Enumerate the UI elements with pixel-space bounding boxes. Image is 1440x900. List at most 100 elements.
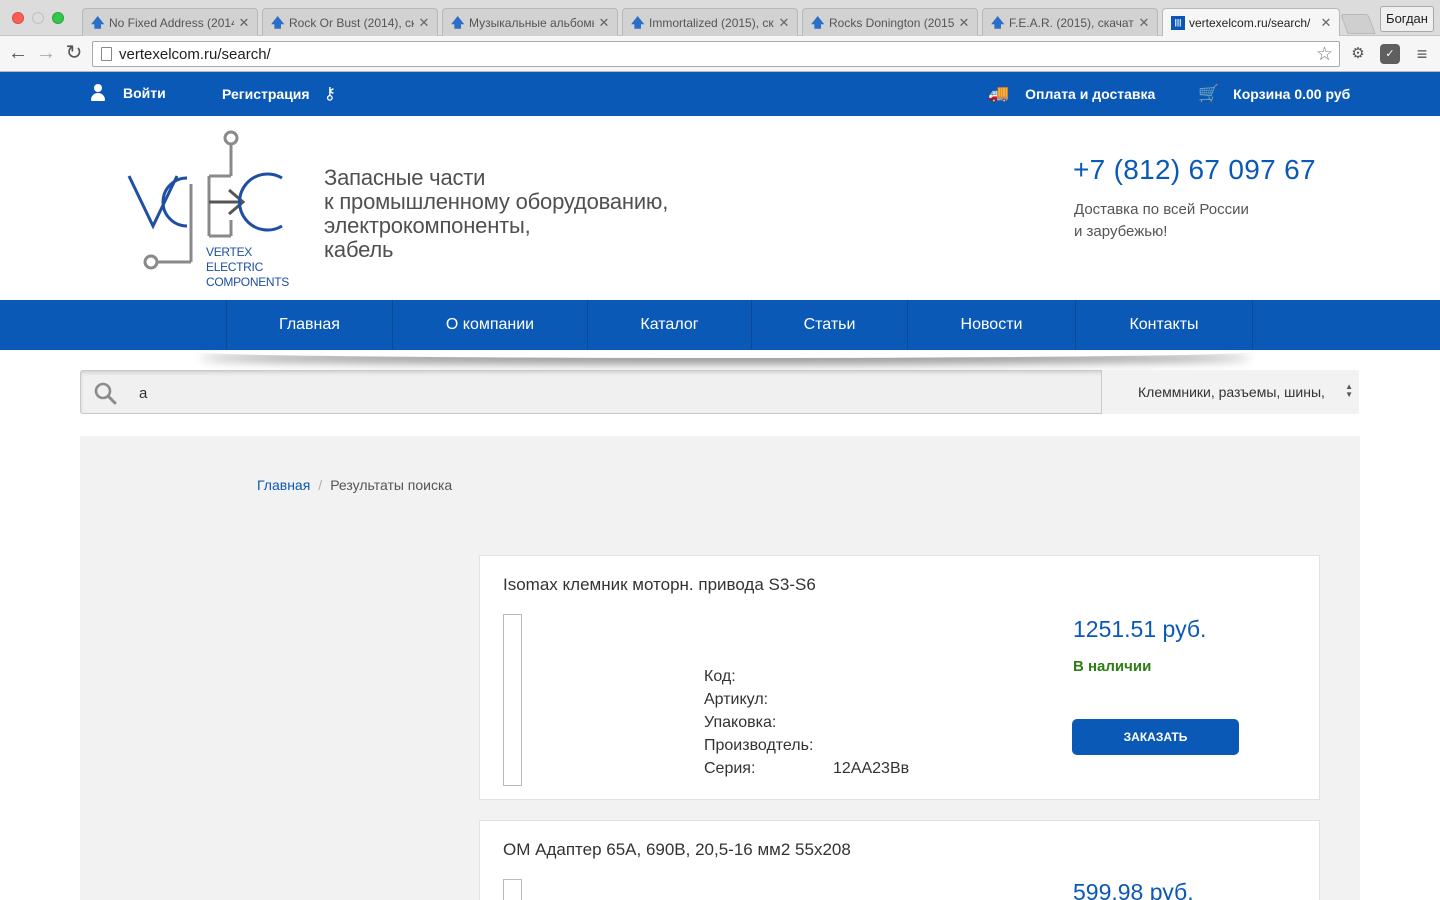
reload-icon[interactable]: ↻	[62, 41, 86, 65]
spec-value: 12AA23Вв	[833, 760, 910, 777]
product-price: 599.98 руб.	[1073, 879, 1194, 900]
order-button[interactable]: ЗАКАЗАТЬ	[1072, 719, 1239, 755]
nav-item-about[interactable]: О компании	[392, 300, 587, 350]
browser-tab[interactable]: 🡅 Rocks Donington (2015) ✕	[802, 8, 978, 36]
spec-row: Код:	[704, 665, 909, 688]
tab-close-icon[interactable]: ✕	[1137, 15, 1151, 31]
browser-tab[interactable]: 🡅 No Fixed Address (2014) ✕	[82, 8, 258, 36]
category-select[interactable]: Клеммники, разъемы, шины, ▲ ▼	[1101, 370, 1359, 414]
main-nav: Главная О компании Каталог Статьи Новост…	[0, 300, 1440, 350]
arrow-up-icon: 🡅	[91, 14, 105, 30]
breadcrumb-separator: /	[318, 477, 323, 493]
product-image[interactable]	[503, 879, 522, 900]
delivery-link[interactable]: 🚚 Оплата и доставка	[988, 85, 1155, 102]
login-link[interactable]: Войти	[90, 84, 166, 102]
back-icon[interactable]: ←	[6, 41, 30, 65]
product-price: 1251.51 руб.	[1073, 616, 1207, 642]
tagline: Запасные части к промышленному оборудова…	[324, 165, 669, 262]
forward-icon[interactable]: →	[34, 41, 58, 65]
tab-close-icon[interactable]: ✕	[777, 15, 791, 31]
search-bar: Клеммники, разъемы, шины, ▲▼	[80, 370, 1359, 414]
cart-icon: 🛒	[1198, 84, 1220, 103]
cart-link[interactable]: 🛒 Корзина 0.00 руб	[1198, 85, 1350, 102]
breadcrumb: Главная / Результаты поиска	[257, 477, 452, 493]
nav-item-catalog[interactable]: Каталог	[587, 300, 751, 350]
product-image[interactable]	[503, 614, 522, 786]
arrow-up-icon: 🡅	[451, 14, 465, 30]
tab-title: No Fixed Address (2014)	[109, 15, 234, 30]
tab-title: vertexelcom.ru/search/	[1189, 16, 1311, 30]
tab-close-icon[interactable]: ✕	[957, 15, 971, 31]
user-icon	[90, 84, 106, 102]
site-top-bar: Войти Регистрация ⚷ 🚚 Оплата и доставка …	[0, 72, 1440, 116]
category-select-value: Клеммники, разъемы, шины,	[1138, 384, 1325, 400]
spec-row: Серия: 12AA23Вв	[704, 757, 909, 780]
delivery-label: Оплата и доставка	[1025, 85, 1156, 102]
logo-text: VERTEX ELECTRIC COMPONENTS	[206, 245, 290, 289]
spec-row: Производтель:	[704, 734, 909, 757]
register-label: Регистрация	[222, 85, 310, 102]
register-link[interactable]: Регистрация ⚷	[222, 85, 336, 102]
spec-label: Код:	[704, 668, 736, 685]
product-title[interactable]: OM Адаптер 65A, 690B, 20,5-16 мм2 55x208	[503, 840, 851, 860]
truck-icon: 🚚	[988, 84, 1010, 103]
phone-number[interactable]: +7 (812) 67 097 67	[1073, 154, 1316, 186]
spec-label: Серия:	[704, 760, 756, 777]
window-close-button[interactable]	[12, 12, 24, 24]
browser-tab[interactable]: 🡅 F.E.A.R. (2015), скачать ✕	[982, 8, 1158, 36]
nav-item-contacts[interactable]: Контакты	[1075, 300, 1253, 350]
profile-button[interactable]: Богдан	[1380, 6, 1434, 32]
tab-title: Immortalized (2015), скачать	[649, 15, 774, 30]
extension-icon[interactable]: ⚙	[1348, 44, 1368, 64]
tab-title: Rock Or Bust (2014), скачать	[289, 15, 414, 30]
logo[interactable]: VERTEX ELECTRIC COMPONENTS	[125, 128, 290, 289]
vec-icon: |||	[1171, 16, 1185, 30]
spec-label: Производтель:	[704, 737, 814, 754]
browser-tab[interactable]: 🡅 Immortalized (2015), скачать ✕	[622, 8, 798, 36]
login-label: Войти	[123, 85, 166, 101]
product-card: OM Адаптер 65A, 690B, 20,5-16 мм2 55x208…	[479, 820, 1320, 900]
browser-tab-active[interactable]: ||| vertexelcom.ru/search/ ✕	[1162, 8, 1340, 37]
url-text[interactable]: vertexelcom.ru/search/	[119, 46, 271, 63]
bookmark-star-icon[interactable]: ☆	[1316, 43, 1333, 66]
tab-close-icon[interactable]: ✕	[417, 15, 431, 31]
tab-close-icon[interactable]: ✕	[1319, 15, 1333, 31]
tab-title: F.E.A.R. (2015), скачать	[1009, 15, 1134, 30]
browser-tab[interactable]: 🡅 Музыкальные альбомы ✕	[442, 8, 618, 36]
nav-item-articles[interactable]: Статьи	[751, 300, 907, 350]
search-icon[interactable]	[93, 381, 117, 405]
browser-tab-bar: 🡅 No Fixed Address (2014) ✕ 🡅 Rock Or Bu…	[0, 0, 1440, 37]
tab-title: Музыкальные альбомы	[469, 15, 594, 30]
nav-item-home[interactable]: Главная	[226, 300, 392, 350]
window-zoom-button[interactable]	[52, 12, 64, 24]
menu-icon[interactable]: ≡	[1412, 44, 1432, 64]
page-icon	[101, 47, 112, 61]
arrow-up-icon: 🡅	[811, 14, 825, 30]
breadcrumb-home-link[interactable]: Главная	[257, 477, 310, 493]
stock-status: В наличии	[1073, 658, 1152, 675]
spec-label: Упаковка:	[704, 714, 777, 731]
product-title[interactable]: Isomax клемник моторн. привода S3-S6	[503, 575, 816, 595]
select-arrows-icon: ▲ ▼	[1345, 382, 1353, 399]
new-tab-button[interactable]	[1340, 14, 1376, 34]
address-bar[interactable]: vertexelcom.ru/search/ ☆	[92, 41, 1340, 67]
delivery-note: Доставка по всей России и зарубежью!	[1074, 201, 1249, 240]
content-area: Главная / Результаты поиска Isomax клемник…	[80, 436, 1360, 900]
window-minimize-button[interactable]	[32, 12, 44, 24]
arrow-up-icon: 🡅	[631, 14, 645, 30]
search-input[interactable]	[139, 381, 1039, 405]
key-icon: ⚷	[323, 84, 337, 103]
product-card: Isomax клемник моторн. привода S3-S6 Код…	[479, 555, 1320, 800]
arrow-up-icon: 🡅	[271, 14, 285, 30]
tab-close-icon[interactable]: ✕	[597, 15, 611, 31]
tab-title: Rocks Donington (2015)	[829, 15, 954, 30]
breadcrumb-current: Результаты поиска	[330, 477, 453, 493]
cart-label: Корзина 0.00 руб	[1233, 85, 1351, 102]
nav-item-news[interactable]: Новости	[907, 300, 1075, 350]
pocket-icon[interactable]: ✓	[1380, 44, 1400, 64]
tab-close-icon[interactable]: ✕	[237, 15, 251, 31]
product-specs: Код: Артикул: Упаковка: Производтель: Се…	[704, 665, 909, 780]
spec-label: Артикул:	[704, 691, 769, 708]
browser-tab[interactable]: 🡅 Rock Or Bust (2014), скачать ✕	[262, 8, 438, 36]
spec-row: Артикул:	[704, 688, 909, 711]
